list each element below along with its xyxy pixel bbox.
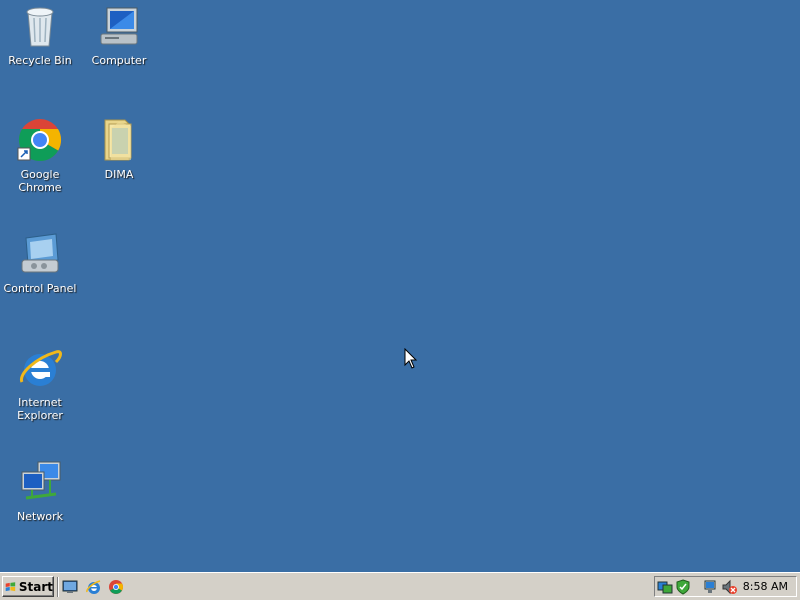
desktop-icon-control-panel[interactable]: Control Panel [0, 230, 80, 295]
taskbar: Start 8:58 AM [0, 572, 800, 600]
windows-logo-icon [5, 581, 16, 591]
network-connection-icon[interactable] [703, 579, 719, 595]
desktop-icon-computer[interactable]: Computer [79, 2, 159, 67]
desktop-icon-dima[interactable]: DIMA [79, 116, 159, 181]
desktop-icon-label: Network [17, 510, 63, 523]
recycle-bin-icon [26, 7, 54, 47]
network-icon [21, 461, 61, 500]
desktop-icon-label: Google Chrome [18, 168, 62, 194]
desktop-icon-internet-explorer[interactable]: Internet Explorer [0, 344, 80, 422]
start-label: Start [18, 579, 53, 594]
internet-explorer-icon [20, 350, 62, 386]
folder-icon [104, 119, 132, 161]
desktop[interactable]: Recycle Bin Computer Google Chrome DIMA … [0, 0, 800, 572]
desktop-icon-network[interactable]: Network [0, 458, 80, 523]
internet-explorer-quicklaunch-icon[interactable] [86, 579, 102, 595]
desktop-icon-label: Computer [91, 54, 147, 67]
security-shield-icon[interactable] [675, 579, 691, 595]
computer-icon [100, 7, 138, 45]
desktop-icon-label: Control Panel [3, 282, 77, 295]
system-tray: 8:58 AM [654, 576, 797, 597]
control-panel-icon [21, 233, 59, 273]
volume-muted-icon[interactable] [721, 579, 737, 595]
network-status-icon[interactable] [657, 579, 673, 595]
start-button[interactable]: Start [2, 576, 54, 597]
desktop-icon-label: Internet Explorer [17, 396, 63, 422]
desktop-icon-label: Recycle Bin [8, 54, 72, 67]
desktop-icon-recycle-bin[interactable]: Recycle Bin [0, 2, 80, 67]
desktop-icon-label: DIMA [104, 168, 134, 181]
desktop-icon-google-chrome[interactable]: Google Chrome [0, 116, 80, 194]
chrome-quicklaunch-icon[interactable] [108, 579, 124, 595]
chrome-icon [17, 119, 62, 162]
mouse-cursor-icon [404, 348, 418, 369]
quick-launch-separator [57, 577, 59, 597]
show-desktop-icon[interactable] [62, 579, 78, 595]
clock[interactable]: 8:58 AM [743, 580, 788, 593]
